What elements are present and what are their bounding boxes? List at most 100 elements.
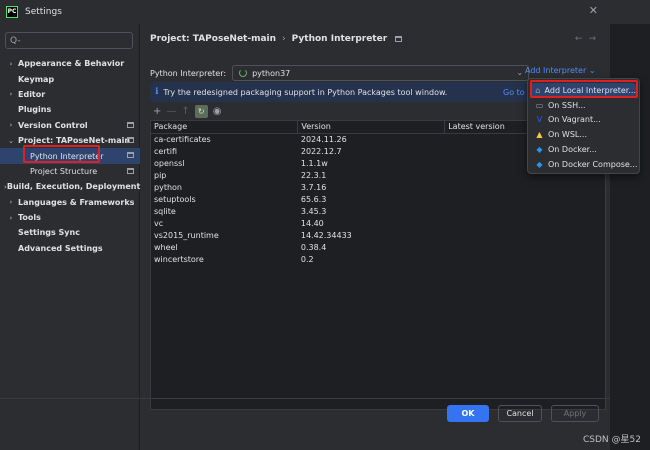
chevron-right-icon: › — [9, 59, 13, 68]
package-cell: python — [154, 182, 182, 192]
nav-arrows: ←→ — [575, 34, 602, 44]
chevron-right-icon: › — [9, 213, 13, 222]
version-cell: 2022.12.7 — [300, 146, 342, 156]
menu-item-label: On Docker Compose... — [548, 159, 638, 169]
sidebar-item-label: Plugins — [18, 105, 52, 115]
breadcrumb: Project: TAPoseNet-main › Python Interpr… — [150, 34, 403, 44]
sidebar-item[interactable]: › Languages & Frameworks — [0, 195, 140, 210]
pin-icon — [127, 152, 134, 159]
sidebar-item-label: Build, Execution, Deployment — [6, 182, 141, 192]
pin-icon — [395, 36, 403, 42]
sidebar-item[interactable]: Plugins — [0, 102, 140, 117]
apply-button[interactable]: Apply — [551, 405, 599, 422]
highlight-box-add-local — [530, 80, 638, 98]
remove-package-icon[interactable]: — — [166, 106, 176, 117]
chevron-down-icon: ⌄ — [516, 68, 524, 77]
sidebar-item[interactable]: Advanced Settings — [0, 241, 140, 256]
table-row[interactable]: vc 14.40 — [151, 218, 605, 230]
sidebar-item[interactable]: Settings Sync — [0, 225, 140, 240]
vagrant-icon: V — [536, 115, 543, 125]
latest-version-cell — [445, 206, 605, 218]
chevron-down-icon: ⌄ — [8, 136, 14, 145]
sidebar-item[interactable]: › Build, Execution, Deployment — [0, 179, 140, 194]
window-title: Settings — [25, 7, 62, 17]
sidebar-item-label: Advanced Settings — [18, 243, 103, 253]
interpreter-label: Python Interpreter: — [150, 68, 227, 78]
package-cell: vc — [154, 219, 164, 229]
search-input[interactable]: Q- — [5, 32, 133, 49]
table-row[interactable]: setuptools 65.6.3 — [151, 193, 605, 205]
table-row[interactable]: python 3.7.16 — [151, 181, 605, 193]
sidebar-item-label: Version Control — [18, 120, 88, 130]
background-window-strip — [610, 0, 650, 450]
package-cell: vs2015_runtime — [154, 231, 219, 241]
refresh-icon[interactable]: ↻ — [194, 104, 208, 118]
package-cell: setuptools — [154, 195, 196, 205]
search-icon: Q- — [10, 35, 21, 46]
package-cell: ca-certificates — [154, 134, 211, 144]
latest-version-cell — [445, 230, 605, 242]
latest-version-cell — [445, 218, 605, 230]
ssh-icon: ▭ — [535, 100, 544, 110]
menu-item-label: On WSL... — [548, 130, 587, 140]
package-cell: pip — [154, 170, 167, 180]
latest-version-cell — [445, 242, 605, 254]
banner-link[interactable]: Go to — [503, 88, 525, 97]
sidebar-item[interactable]: Keymap — [0, 71, 140, 86]
version-cell: 14.42.34433 — [300, 231, 352, 241]
sidebar-item-label: Tools — [18, 213, 41, 223]
version-cell: 2024.11.26 — [300, 134, 347, 144]
back-arrow-icon[interactable]: ← — [575, 34, 589, 44]
sidebar-item-label: Languages & Frameworks — [18, 197, 135, 207]
menu-item[interactable]: V On Vagrant... — [528, 113, 639, 128]
chevron-right-icon: › — [9, 198, 13, 207]
table-row[interactable]: vs2015_runtime 14.42.34433 — [151, 230, 605, 242]
version-cell: 3.7.16 — [300, 182, 327, 192]
interpreter-select[interactable]: python37 ⌄ — [232, 65, 530, 81]
table-row[interactable]: sqlite 3.45.3 — [151, 206, 605, 218]
menu-item[interactable]: ▲ On WSL... — [528, 127, 639, 142]
ok-button[interactable]: OK — [447, 405, 489, 422]
pin-icon — [127, 121, 134, 128]
pin-icon — [127, 136, 134, 143]
menu-item[interactable]: ▭ On SSH... — [528, 98, 639, 113]
sidebar-item[interactable]: › Editor — [0, 87, 140, 102]
upgrade-package-icon[interactable]: ↑ — [181, 106, 189, 117]
sidebar-item[interactable]: › Appearance & Behavior — [0, 56, 140, 71]
cancel-button[interactable]: Cancel — [498, 405, 542, 422]
menu-item[interactable]: ◆ On Docker... — [528, 142, 639, 157]
forward-arrow-icon[interactable]: → — [588, 34, 602, 44]
menu-item[interactable]: ◆ On Docker Compose... — [528, 157, 639, 172]
highlight-box-python-interpreter — [23, 145, 100, 163]
loading-spinner-icon — [239, 69, 248, 77]
latest-version-cell — [445, 193, 605, 205]
version-cell: 22.3.1 — [300, 170, 327, 180]
close-icon[interactable]: ✕ — [589, 5, 598, 16]
version-cell: 1.1.1w — [300, 158, 328, 168]
watermark: CSDN @星52 — [583, 435, 641, 445]
pycharm-app-icon: PC — [6, 6, 18, 18]
column-header-version[interactable]: Version — [297, 121, 446, 134]
table-row[interactable]: wheel 0.38.4 — [151, 242, 605, 254]
settings-sidebar: Q- › Appearance & Behavior Keymap › Editor Pl… — [0, 24, 140, 450]
docker-icon: ◆ — [536, 145, 543, 155]
add-package-icon[interactable]: + — [153, 106, 161, 117]
eye-icon[interactable]: ◉ — [213, 106, 222, 117]
latest-version-cell — [445, 181, 605, 193]
sidebar-item[interactable]: Project Structure — [0, 164, 140, 179]
table-row[interactable]: wincertstore 0.2 — [151, 254, 605, 266]
banner-text: Try the redesigned packaging support in … — [163, 87, 448, 97]
version-cell: 0.2 — [300, 255, 314, 265]
sidebar-item[interactable]: › Tools — [0, 210, 140, 225]
page-title: Python Interpreter — [291, 34, 388, 44]
package-cell: openssl — [154, 158, 185, 168]
pin-icon — [127, 167, 134, 174]
add-interpreter-button[interactable]: Add Interpreter ⌄ — [525, 66, 596, 75]
interpreter-row: Python Interpreter: python37 ⌄ — [150, 65, 530, 81]
sidebar-item-label: Appearance & Behavior — [18, 59, 125, 69]
menu-item-label: On Docker... — [548, 145, 597, 155]
breadcrumb-separator: › — [282, 34, 286, 44]
latest-version-cell — [445, 254, 605, 266]
column-header-package[interactable]: Package — [151, 121, 299, 134]
sidebar-item[interactable]: › Version Control — [0, 118, 140, 133]
